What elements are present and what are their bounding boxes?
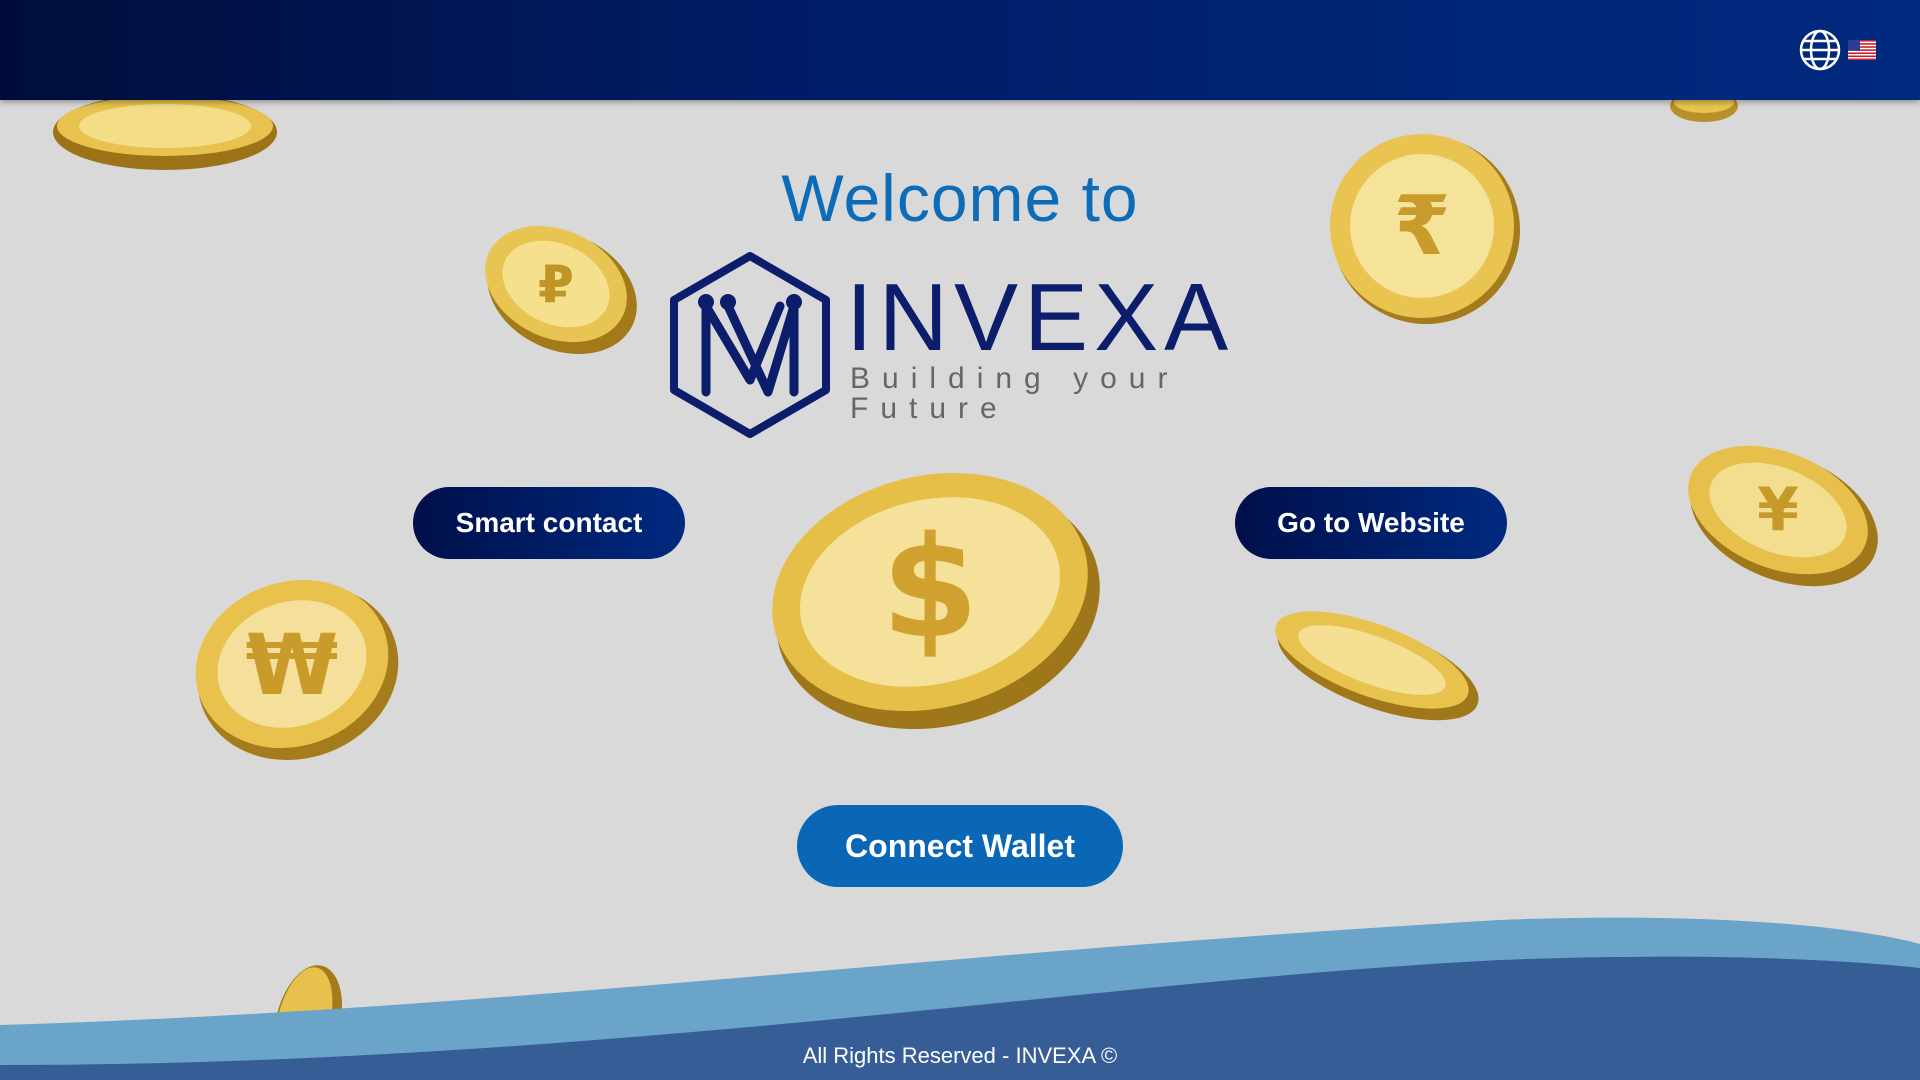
language-selector[interactable] <box>1798 28 1876 72</box>
coin-decoration: ¥ <box>1688 445 1878 587</box>
smart-contact-button[interactable]: Smart contact <box>413 487 685 559</box>
coin-symbol: ₽ <box>538 255 574 315</box>
coin-symbol: $ <box>881 507 978 670</box>
logo-wordmark: INVEXA <box>846 264 1235 371</box>
coin-decoration: $ <box>772 472 1100 730</box>
connect-wallet-button[interactable]: Connect Wallet <box>797 805 1123 887</box>
welcome-heading: Welcome to <box>781 161 1139 235</box>
go-to-website-button[interactable]: Go to Website <box>1235 487 1507 559</box>
top-navbar <box>0 0 1920 100</box>
footer-copyright: All Rights Reserved - INVEXA © <box>802 1043 1118 1068</box>
coin-decoration: ₩ <box>195 579 399 761</box>
logo-tagline: Building your Future <box>850 362 1180 425</box>
invexa-logo: INVEXA Building your Future <box>668 252 1258 438</box>
coin-symbol: ₩ <box>246 616 339 714</box>
globe-icon[interactable] <box>1798 28 1842 72</box>
coin-decoration <box>1275 611 1479 721</box>
hexagon-logo-icon <box>670 252 830 438</box>
coin-symbol: ¥ <box>1757 475 1799 545</box>
coin-decoration: ₽ <box>485 225 637 355</box>
us-flag-icon[interactable] <box>1848 40 1876 60</box>
